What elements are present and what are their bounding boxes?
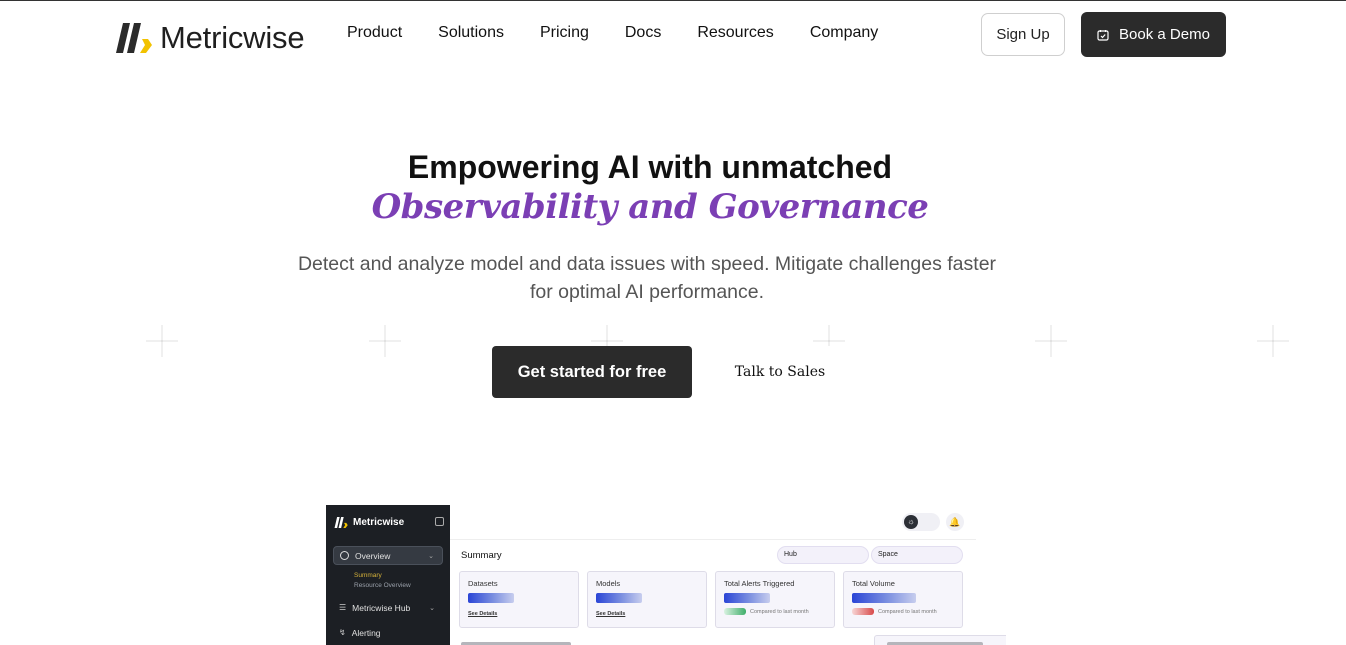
sidebar-collapse-icon[interactable] — [435, 517, 444, 526]
card-value-bar — [468, 593, 514, 603]
top-navigation: Metricwise Product Solutions Pricing Doc… — [0, 1, 1346, 69]
nav-docs[interactable]: Docs — [625, 24, 661, 42]
card-value-bar — [596, 593, 642, 603]
space-filter[interactable]: Space — [871, 546, 963, 564]
dashboard-main: ☼ 🔔 Summary Hub Space Datasets See Detai… — [450, 505, 1006, 645]
divider — [450, 539, 976, 540]
nav-resources[interactable]: Resources — [697, 24, 773, 42]
check-circle-icon — [340, 551, 349, 560]
nav-links: Product Solutions Pricing Docs Resources… — [347, 24, 914, 42]
nav-solutions[interactable]: Solutions — [438, 24, 504, 42]
lightning-icon: ↯ — [339, 628, 346, 637]
card-title: Datasets — [468, 579, 498, 588]
trend-down-badge — [852, 608, 874, 615]
sidebar-item-label: Alerting — [351, 627, 381, 638]
hub-filter[interactable]: Hub — [777, 546, 869, 564]
theme-toggle[interactable]: ☼ — [902, 513, 940, 531]
sign-up-button[interactable]: Sign Up — [981, 13, 1065, 56]
see-details-link[interactable]: See Details — [468, 611, 497, 617]
hero-accent-title: Observability and Governance — [371, 187, 929, 227]
nav-company[interactable]: Company — [810, 24, 878, 42]
chevron-down-icon: ⌄ — [429, 604, 435, 612]
sidebar-item-hub[interactable]: ☰ Metricwise Hub ⌄ — [333, 598, 443, 617]
alerts-card: Total Alerts Triggered Compared to last … — [715, 571, 835, 628]
sidebar-sub-resource-overview[interactable]: Resource Overview — [354, 582, 411, 589]
talk-to-sales-button[interactable]: Talk to Sales — [710, 346, 850, 398]
dashboard-brand-name: Metricwise — [353, 517, 405, 528]
see-details-link[interactable]: See Details — [596, 611, 625, 617]
card-value-bar — [724, 593, 770, 603]
models-card: Models See Details — [587, 571, 707, 628]
card-title: Total Alerts Triggered — [724, 579, 795, 588]
book-demo-label: Book a Demo — [1119, 26, 1210, 43]
bell-icon[interactable]: 🔔 — [946, 513, 964, 531]
sidebar-sub-summary[interactable]: Summary — [354, 572, 382, 579]
metricwise-logo-icon — [334, 517, 348, 528]
dashboard-sidebar: Metricwise Overview ⌄ Summary Resource O… — [326, 505, 450, 645]
hero-subtitle: Detect and analyze model and data issues… — [297, 253, 997, 303]
calendar-check-icon — [1097, 29, 1109, 41]
card-value-bar — [852, 593, 916, 603]
dashboard-brand: Metricwise — [334, 517, 404, 528]
nav-product[interactable]: Product — [347, 24, 402, 42]
brand-logo[interactable]: Metricwise — [116, 20, 305, 56]
trend-up-badge — [724, 608, 746, 615]
volume-card: Total Volume Compared to last month — [843, 571, 963, 628]
book-demo-button[interactable]: Book a Demo — [1081, 12, 1226, 57]
card-title: Total Volume — [852, 579, 895, 588]
hero-title: Empowering AI with unmatched — [407, 149, 893, 185]
comparison-row: Compared to last month — [724, 608, 809, 615]
sidebar-item-label: Metricwise Hub — [352, 602, 411, 613]
sidebar-item-label: Overview — [355, 550, 391, 561]
comparison-label: Compared to last month — [878, 608, 937, 615]
get-started-button[interactable]: Get started for free — [492, 346, 692, 398]
lower-panel — [874, 635, 1006, 645]
brand-name: Metricwise — [160, 20, 305, 55]
comparison-label: Compared to last month — [750, 608, 809, 615]
chevron-down-icon: ⌄ — [428, 552, 434, 560]
list-icon: ☰ — [339, 603, 347, 612]
comparison-row: Compared to last month — [852, 608, 937, 615]
sidebar-item-alerting[interactable]: ↯ Alerting — [333, 623, 443, 642]
dashboard-preview: Metricwise Overview ⌄ Summary Resource O… — [326, 505, 1006, 645]
metricwise-logo-icon — [116, 23, 152, 53]
nav-pricing[interactable]: Pricing — [540, 24, 589, 42]
dashboard-title: Summary — [461, 550, 502, 561]
sidebar-item-overview[interactable]: Overview ⌄ — [333, 546, 443, 565]
card-title: Models — [596, 579, 621, 588]
sun-icon: ☼ — [904, 515, 918, 529]
datasets-card: Datasets See Details — [459, 571, 579, 628]
